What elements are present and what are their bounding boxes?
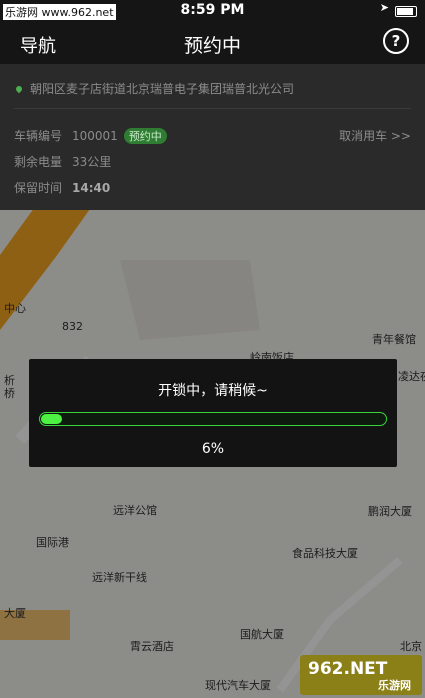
reserve-time-value: 14:40 — [72, 181, 111, 195]
reserve-time-row: 保留时间 14:40 — [14, 179, 110, 196]
site-logo: 962.NET 乐游网 — [300, 655, 422, 695]
battery-label: 剩余电量 — [14, 155, 63, 169]
location-pin-icon — [14, 84, 24, 94]
progress-bar-fill — [41, 414, 62, 424]
unlock-progress-dialog: 开锁中，请稍候~ 6% — [29, 359, 397, 467]
vehicle-number: 100001 — [72, 129, 118, 143]
address-row: 朝阳区麦子店街道北京瑞普电子集团瑞普北光公司 — [14, 80, 295, 97]
vehicle-label: 车辆编号 — [14, 129, 63, 143]
logo-sub-text: 乐游网 — [378, 679, 411, 692]
unlock-message: 开锁中，请稍候~ — [158, 383, 268, 399]
location-arrow-icon: ➤ — [379, 1, 389, 14]
battery-row: 剩余电量 33公里 — [14, 153, 111, 170]
address-text: 朝阳区麦子店街道北京瑞普电子集团瑞普北光公司 — [30, 82, 295, 96]
divider — [14, 108, 411, 109]
help-icon[interactable]: ? — [383, 28, 409, 54]
cancel-reservation-link[interactable]: 取消用车 >> — [339, 127, 411, 144]
progress-percent: 6% — [201, 441, 225, 457]
logo-main-text: 962.NET — [308, 659, 388, 679]
status-badge: 预约中 — [123, 128, 167, 144]
reservation-info-panel: 朝阳区麦子店街道北京瑞普电子集团瑞普北光公司 车辆编号 100001 预约中 取消用… — [0, 64, 425, 210]
battery-icon — [395, 6, 417, 17]
battery-range: 33公里 — [72, 155, 112, 169]
vehicle-row: 车辆编号 100001 预约中 — [14, 127, 167, 144]
reserve-time-label: 保留时间 — [14, 181, 63, 195]
status-time: 8:59 PM — [180, 2, 245, 18]
page-title: 预约中 — [183, 35, 241, 57]
status-bar: 乐游网 www.962.net 8:59 PM ➤ — [0, 0, 425, 22]
progress-bar — [39, 412, 387, 426]
nav-bar: 导航 预约中 ? — [0, 22, 425, 64]
